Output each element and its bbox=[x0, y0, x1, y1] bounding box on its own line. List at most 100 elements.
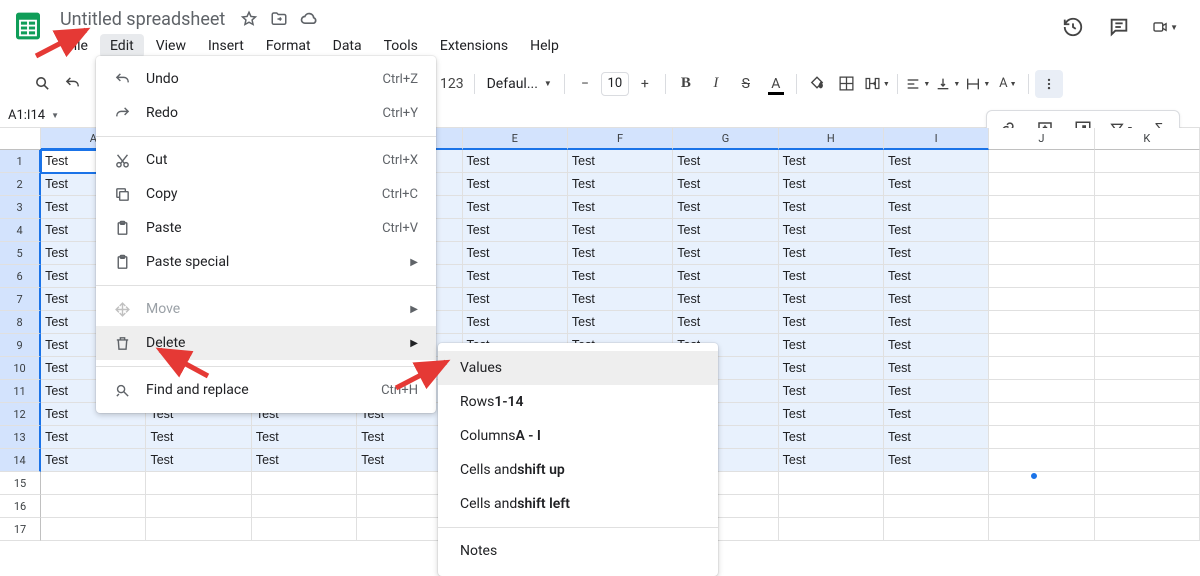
row-header[interactable]: 10 bbox=[0, 357, 41, 380]
cell[interactable]: Test bbox=[146, 449, 251, 472]
submenu-item-columns[interactable]: Columns A - I bbox=[438, 419, 718, 453]
cell[interactable] bbox=[1095, 311, 1200, 334]
selection-handle[interactable] bbox=[1030, 472, 1038, 480]
number-format-button[interactable]: 123 bbox=[440, 76, 464, 92]
cell[interactable]: Test bbox=[568, 150, 673, 173]
v-align-button[interactable]: ▼ bbox=[934, 70, 962, 98]
italic-button[interactable]: I bbox=[702, 70, 730, 98]
cell[interactable] bbox=[1095, 518, 1200, 541]
toolbar-more-button[interactable] bbox=[1035, 70, 1063, 98]
cell[interactable]: Test bbox=[568, 173, 673, 196]
cell[interactable] bbox=[146, 472, 251, 495]
cell[interactable]: Test bbox=[568, 219, 673, 242]
cell[interactable]: Test bbox=[463, 196, 568, 219]
submenu-item-rows[interactable]: Rows 1-14 bbox=[438, 385, 718, 419]
cell[interactable] bbox=[989, 288, 1094, 311]
cell[interactable]: Test bbox=[779, 311, 884, 334]
row-header[interactable]: 11 bbox=[0, 380, 41, 403]
cell[interactable] bbox=[41, 518, 146, 541]
column-header[interactable]: J bbox=[989, 128, 1094, 150]
cell[interactable] bbox=[1095, 403, 1200, 426]
strikethrough-button[interactable]: S bbox=[732, 70, 760, 98]
cell[interactable]: Test bbox=[779, 334, 884, 357]
cell[interactable]: Test bbox=[463, 242, 568, 265]
cell[interactable] bbox=[252, 472, 357, 495]
cell[interactable]: Test bbox=[779, 173, 884, 196]
cell[interactable]: Test bbox=[41, 449, 146, 472]
menu-item-copy[interactable]: Copy Ctrl+C bbox=[96, 177, 436, 211]
cell[interactable]: Test bbox=[884, 219, 989, 242]
cell[interactable]: Test bbox=[568, 265, 673, 288]
borders-button[interactable] bbox=[833, 70, 861, 98]
cell[interactable]: Test bbox=[779, 288, 884, 311]
undo-button[interactable] bbox=[58, 70, 86, 98]
cell[interactable]: Test bbox=[884, 449, 989, 472]
cell[interactable] bbox=[1095, 150, 1200, 173]
cell[interactable] bbox=[252, 495, 357, 518]
font-size-input[interactable]: 10 bbox=[601, 72, 629, 96]
cell[interactable] bbox=[989, 495, 1094, 518]
cell[interactable]: Test bbox=[779, 357, 884, 380]
cell[interactable]: Test bbox=[884, 288, 989, 311]
submenu-item-shift-up[interactable]: Cells and shift up bbox=[438, 453, 718, 487]
row-header[interactable]: 9 bbox=[0, 334, 41, 357]
submenu-item-notes[interactable]: Notes bbox=[438, 534, 718, 568]
text-color-button[interactable]: A bbox=[762, 70, 790, 98]
cell[interactable]: Test bbox=[673, 196, 778, 219]
row-header[interactable]: 13 bbox=[0, 426, 41, 449]
cell[interactable]: Test bbox=[673, 288, 778, 311]
menu-extensions[interactable]: Extensions bbox=[430, 34, 518, 58]
cell[interactable] bbox=[989, 380, 1094, 403]
column-header[interactable]: E bbox=[463, 128, 568, 150]
menu-item-delete[interactable]: Delete ▶ bbox=[96, 326, 436, 360]
submenu-item-shift-left[interactable]: Cells and shift left bbox=[438, 487, 718, 521]
row-header[interactable]: 15 bbox=[0, 472, 41, 495]
cell[interactable]: Test bbox=[568, 311, 673, 334]
cell[interactable] bbox=[41, 472, 146, 495]
row-header[interactable]: 8 bbox=[0, 311, 41, 334]
column-header[interactable]: K bbox=[1095, 128, 1200, 150]
cell[interactable]: Test bbox=[884, 150, 989, 173]
cell[interactable] bbox=[989, 196, 1094, 219]
row-header[interactable]: 17 bbox=[0, 518, 41, 541]
move-to-folder-icon[interactable] bbox=[269, 9, 289, 29]
history-icon[interactable] bbox=[1060, 14, 1086, 40]
cell[interactable] bbox=[884, 472, 989, 495]
menu-help[interactable]: Help bbox=[520, 34, 569, 58]
cell[interactable] bbox=[989, 173, 1094, 196]
cell[interactable]: Test bbox=[884, 426, 989, 449]
row-header[interactable]: 16 bbox=[0, 495, 41, 518]
cell[interactable] bbox=[41, 495, 146, 518]
font-selector[interactable]: Defaul... ▼ bbox=[481, 76, 558, 92]
cell[interactable]: Test bbox=[41, 426, 146, 449]
cell[interactable] bbox=[146, 518, 251, 541]
cell[interactable]: Test bbox=[884, 311, 989, 334]
cell[interactable]: Test bbox=[673, 173, 778, 196]
column-header[interactable]: F bbox=[568, 128, 673, 150]
cell[interactable] bbox=[779, 495, 884, 518]
cell[interactable] bbox=[1095, 380, 1200, 403]
cell[interactable] bbox=[989, 150, 1094, 173]
cell[interactable]: Test bbox=[884, 403, 989, 426]
menu-file[interactable]: File bbox=[56, 34, 98, 58]
cell[interactable]: Test bbox=[463, 173, 568, 196]
cell[interactable]: Test bbox=[884, 265, 989, 288]
cell[interactable]: Test bbox=[884, 173, 989, 196]
cell[interactable]: Test bbox=[884, 380, 989, 403]
menu-format[interactable]: Format bbox=[256, 34, 321, 58]
cell[interactable]: Test bbox=[252, 426, 357, 449]
cloud-status-icon[interactable] bbox=[299, 9, 319, 29]
rotate-text-button[interactable]: A▼ bbox=[994, 70, 1022, 98]
cell[interactable] bbox=[1095, 288, 1200, 311]
cell[interactable] bbox=[989, 357, 1094, 380]
fill-color-button[interactable] bbox=[803, 70, 831, 98]
cell[interactable]: Test bbox=[673, 265, 778, 288]
column-header[interactable]: H bbox=[779, 128, 884, 150]
cell[interactable]: Test bbox=[779, 403, 884, 426]
row-header[interactable]: 3 bbox=[0, 196, 41, 219]
star-icon[interactable] bbox=[239, 9, 259, 29]
cell[interactable]: Test bbox=[779, 265, 884, 288]
row-header[interactable]: 12 bbox=[0, 403, 41, 426]
cell[interactable]: Test bbox=[568, 242, 673, 265]
cell[interactable]: Test bbox=[146, 426, 251, 449]
